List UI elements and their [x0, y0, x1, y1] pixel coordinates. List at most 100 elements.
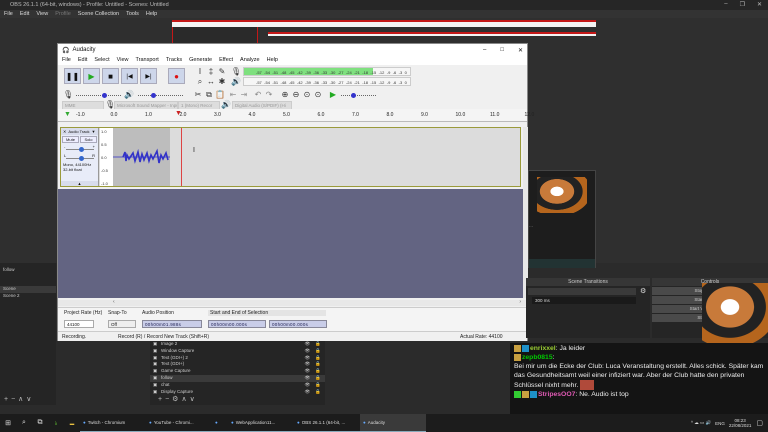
multi-tool-icon[interactable]: ✱	[217, 77, 227, 87]
close-button[interactable]: ✕	[757, 1, 762, 8]
fit-selection-icon[interactable]: ⊙	[302, 90, 312, 100]
menu-file[interactable]: File	[4, 11, 13, 17]
eye-icon[interactable]: 👁	[305, 348, 311, 355]
eye-icon[interactable]: 👁	[305, 341, 311, 348]
taskbar-app[interactable]: ● YouTube - Chromi...	[146, 414, 212, 432]
aud-menu-help[interactable]: Help	[267, 57, 278, 64]
transition-select[interactable]	[528, 288, 636, 295]
pan-slider[interactable]	[66, 156, 94, 161]
aud-maximize-button[interactable]: □	[500, 47, 504, 54]
menu-edit[interactable]: Edit	[20, 11, 29, 17]
lock-icon[interactable]: 🔒	[315, 355, 321, 362]
play-at-speed-button[interactable]: ▶	[328, 90, 338, 100]
lock-icon[interactable]: 🔒	[315, 382, 321, 389]
vertical-scrollbar[interactable]	[523, 127, 528, 298]
zoom-out-icon[interactable]: ⊖	[291, 90, 301, 100]
aud-menu-select[interactable]: Select	[94, 57, 109, 64]
empty-track-area[interactable]	[58, 189, 523, 298]
aud-menu-analyze[interactable]: Analyze	[240, 57, 260, 64]
pin-playhead-icon[interactable]: ▼	[64, 111, 71, 118]
source-item[interactable]: ▣ Text (GDI+) 2 👁 🔒	[150, 355, 325, 362]
gear-icon[interactable]: ⚙	[640, 287, 646, 295]
scene-item[interactable]: Scene 2	[0, 293, 56, 300]
aud-menu-generate[interactable]: Generate	[189, 57, 212, 64]
file-explorer-icon[interactable]: ▬	[64, 421, 80, 426]
play-button[interactable]: ▶	[83, 68, 100, 84]
aud-menu-edit[interactable]: Edit	[78, 57, 87, 64]
collapse-track-icon[interactable]: ▲	[61, 181, 98, 186]
source-item[interactable]: ▣ follow 👁 🔒	[150, 374, 325, 382]
tray-icons[interactable]: ^ ☁ ▭ 🔊	[691, 420, 711, 426]
selection-mode-select[interactable]: Start and End of Selection	[208, 310, 326, 316]
aud-menu-transport[interactable]: Transport	[135, 57, 158, 64]
source-buttons[interactable]: +−⚙∧∨	[150, 395, 325, 403]
windows-start-icon[interactable]: ⊞	[0, 419, 16, 427]
lock-icon[interactable]: 🔒	[315, 368, 321, 375]
snap-to-select[interactable]: Off	[108, 320, 136, 328]
taskbar-app[interactable]: ● Audacity	[360, 414, 426, 432]
paste-icon[interactable]: 📋	[215, 90, 225, 100]
aud-menu-tracks[interactable]: Tracks	[166, 57, 182, 64]
track-name-menu[interactable]: Audio Track	[68, 129, 89, 134]
clock[interactable]: 08:23 22/08/2021	[729, 418, 752, 428]
lock-icon[interactable]: 🔒	[315, 389, 321, 396]
selection-start-field[interactable]: 00h00m00.000s	[208, 320, 266, 328]
aud-menu-effect[interactable]: Effect	[219, 57, 233, 64]
menu-tools[interactable]: Tools	[126, 11, 139, 17]
record-meter[interactable]: -57 -54 -51 -48 -45 -42 -39 -36 -33 -30 -27 -24 -21-…	[243, 67, 411, 76]
source-item[interactable]: ▣ chat 👁 🔒	[150, 382, 325, 389]
taskbar-app[interactable]: ●	[212, 414, 228, 432]
audio-track[interactable]: ✕ Audio Track ▼ Mute Solo - + LR Mono, 44100…	[60, 127, 521, 187]
trim-icon[interactable]: ⇤	[228, 90, 238, 100]
lock-icon[interactable]: 🔒	[315, 375, 321, 382]
taskbar-app[interactable]: ● WebApplication11...	[228, 414, 294, 432]
chevron-down-icon[interactable]: ▼	[91, 129, 95, 134]
source-item[interactable]: ▣ Display Capture 👁 🔒	[150, 389, 325, 396]
redo-icon[interactable]: ↷	[264, 90, 274, 100]
skip-start-button[interactable]: |◀	[121, 68, 138, 84]
playback-meter[interactable]: -57 -54 -51 -48 -45 -42 -39 -36 -33 -30 -27 -24 -21-…	[243, 77, 411, 86]
menu-scene-collection[interactable]: Scene Collection	[78, 11, 119, 17]
horizontal-scrollbar[interactable]: ‹ ›	[58, 299, 527, 306]
envelope-tool-icon[interactable]: ‡	[206, 67, 216, 77]
language-indicator[interactable]: ENG	[715, 421, 725, 426]
project-rate-select[interactable]: 44100	[64, 320, 94, 328]
silence-icon[interactable]: ⇥	[239, 90, 249, 100]
recording-volume-slider[interactable]	[76, 93, 121, 98]
scene-buttons[interactable]: +−∧∨	[4, 395, 34, 403]
lambda-app-icon[interactable]: λ	[48, 421, 64, 426]
timeshift-tool-icon[interactable]: ↔	[206, 77, 216, 87]
aud-menu-file[interactable]: File	[62, 57, 71, 64]
aud-close-button[interactable]: ✕	[518, 47, 523, 54]
undo-icon[interactable]: ↶	[253, 90, 263, 100]
menu-view[interactable]: View	[36, 11, 48, 17]
waveform-clip[interactable]	[113, 128, 170, 186]
close-track-icon[interactable]: ✕	[63, 129, 66, 134]
cut-icon[interactable]: ✂	[193, 90, 203, 100]
taskbar-app[interactable]: ● OBS 26.1.1 (64-bit, ...	[294, 414, 360, 432]
taskbar-app[interactable]: ● Twitch - Chromium	[80, 414, 146, 432]
minimize-button[interactable]: –	[724, 1, 727, 8]
menu-profile[interactable]: Profile	[55, 11, 71, 17]
selection-end-field[interactable]: 00h00m00.000s	[269, 320, 327, 328]
task-view-icon[interactable]: ⧉	[32, 419, 48, 427]
eye-icon[interactable]: 👁	[305, 389, 311, 396]
search-icon[interactable]: ⌕	[16, 419, 32, 427]
menu-help[interactable]: Help	[146, 11, 157, 17]
eye-icon[interactable]: 👁	[305, 361, 311, 368]
copy-icon[interactable]: ⧉	[204, 90, 214, 100]
audio-position-field[interactable]: 00h00m01.988s	[142, 320, 202, 328]
source-item[interactable]: ▣ Text (GDI+) 👁 🔒	[150, 361, 325, 368]
source-item[interactable]: ▣ Game Capture 👁 🔒	[150, 368, 325, 375]
playback-volume-slider[interactable]	[138, 93, 183, 98]
aud-minimize-button[interactable]: –	[483, 47, 486, 54]
eye-icon[interactable]: 👁	[305, 375, 311, 382]
notifications-icon[interactable]: ▢	[756, 419, 763, 427]
solo-button[interactable]: Solo	[80, 136, 97, 143]
duration-field[interactable]: 300 ms	[532, 297, 636, 304]
timeline-ruler[interactable]: ▼ ▼ -1.0 0.0 1.0 2.0 3.0 4.0 5.0 6.0 7.0 8.0 9.0 10…	[58, 109, 534, 122]
lock-icon[interactable]: 🔒	[315, 341, 321, 348]
aud-menu-view[interactable]: View	[117, 57, 129, 64]
zoom-in-icon[interactable]: ⊕	[280, 90, 290, 100]
draw-tool-icon[interactable]: ✎	[217, 67, 227, 77]
